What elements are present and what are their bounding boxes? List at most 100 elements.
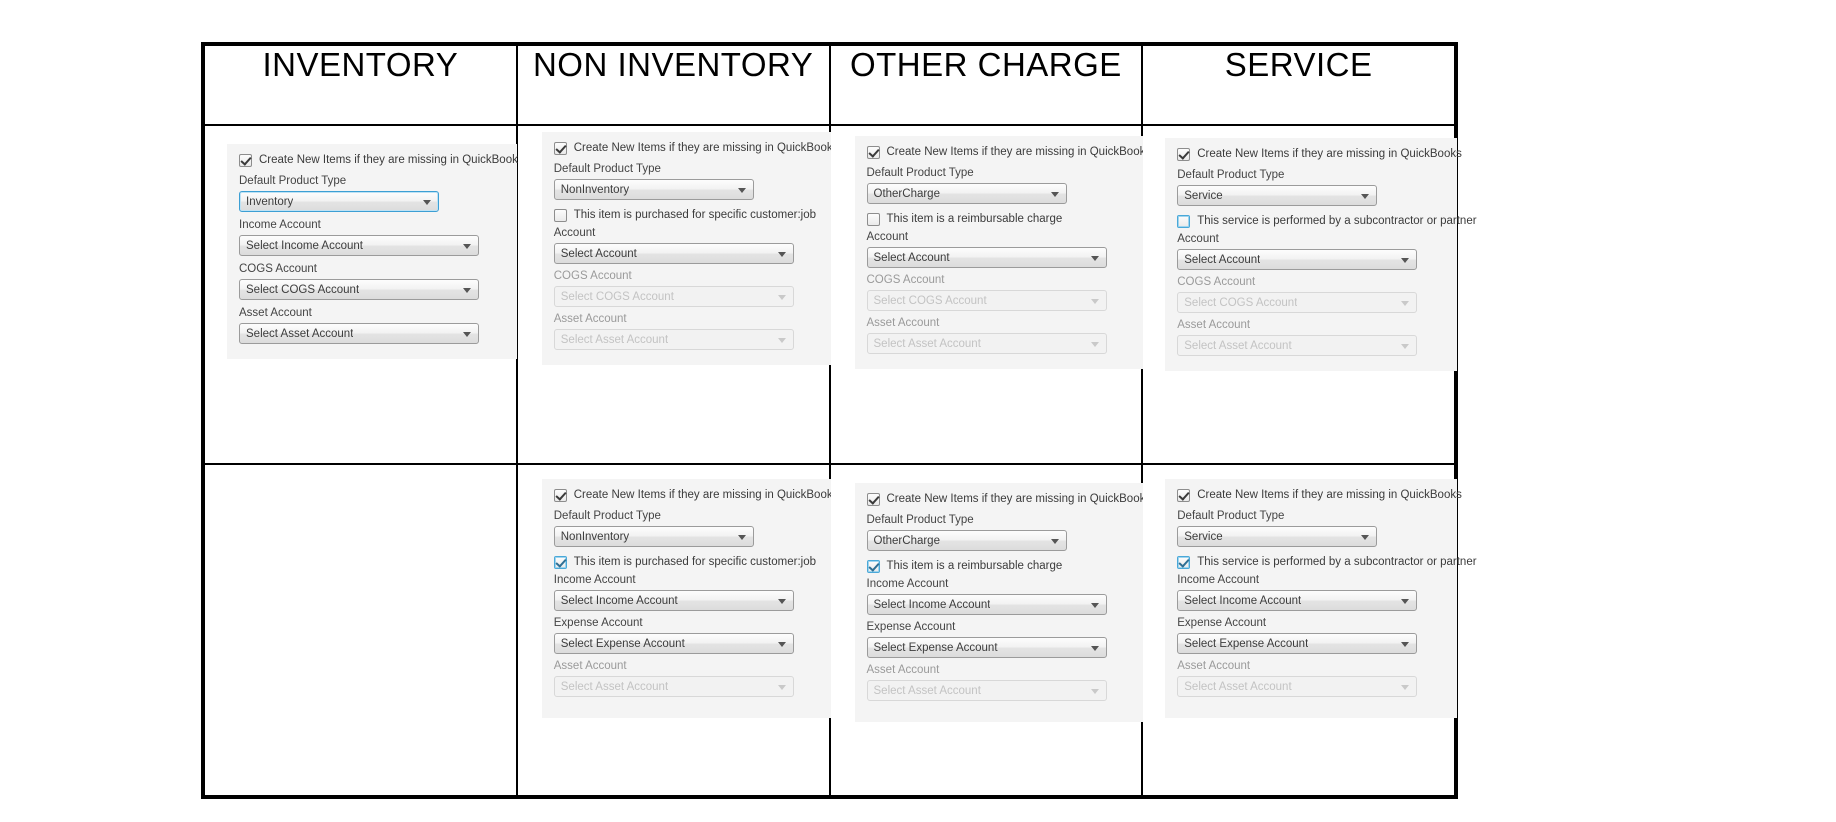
checkbox-row-create-new-items-r2c3[interactable]: Create New Items if they are missing in … — [866, 493, 1151, 506]
dropdown-income-account[interactable]: Select Income Account — [553, 590, 794, 611]
dropdown-value-default-product-type: Service — [1184, 189, 1223, 202]
dropdown-expense-account[interactable]: Select Expense Account — [1177, 633, 1418, 654]
chevron-down-icon — [1090, 602, 1099, 608]
checkbox-row-option-r1c2[interactable]: This item is purchased for specific cust… — [553, 209, 820, 222]
field-label-cogs-account: COGS Account — [239, 263, 317, 275]
checkbox-create-new-items-r2c4-label: Create New Items if they are missing in … — [1197, 489, 1462, 501]
dropdown-default-product-type[interactable]: OtherCharge — [866, 530, 1067, 551]
dropdown-expense-account[interactable]: Select Expense Account — [866, 637, 1107, 658]
chevron-down-icon — [1090, 645, 1099, 651]
dropdown-default-product-type[interactable]: NonInventory — [553, 526, 754, 547]
dropdown-value-income-account: Select Income Account — [246, 239, 363, 252]
checkbox-option-r1c4-label: This service is performed by a subcontra… — [1197, 215, 1477, 227]
dropdown-account[interactable]: Select Account — [553, 243, 794, 264]
checkbox-create-new-items-r1c1-icon[interactable] — [239, 154, 252, 167]
checkbox-row-option-r2c2[interactable]: This item is purchased for specific cust… — [553, 556, 820, 569]
cell-inventory-bottom — [203, 463, 518, 797]
dropdown-income-account[interactable]: Select Income Account — [1177, 590, 1418, 611]
dropdown-value-default-product-type: OtherCharge — [873, 534, 940, 547]
field-label-cogs-account: COGS Account — [553, 270, 632, 282]
field-default-product-type: Default Product Type Service — [1177, 509, 1445, 547]
dropdown-income-account[interactable]: Select Income Account — [866, 594, 1107, 615]
checkbox-create-new-items-r2c4-icon[interactable] — [1177, 489, 1191, 502]
field-label-asset-account: Asset Account — [553, 313, 627, 325]
dropdown-asset-account: Select Asset Account — [866, 333, 1107, 354]
checkbox-option-r1c3-icon[interactable] — [866, 213, 880, 226]
checkbox-row-create-new-items-r1c3[interactable]: Create New Items if they are missing in … — [866, 146, 1151, 159]
checkbox-option-r1c4-icon[interactable] — [1177, 215, 1191, 228]
checkbox-row-create-new-items-r1c2[interactable]: Create New Items if they are missing in … — [553, 142, 838, 155]
cell-content-r2c4: Create New Items if they are missing in … — [1143, 465, 1477, 795]
dropdown-value-expense-account: Select Expense Account — [560, 637, 685, 650]
chevron-down-icon — [463, 331, 471, 337]
settings-panel-r1c1: Create New Items if they are missing in … — [227, 144, 524, 359]
checkbox-create-new-items-r1c4-label: Create New Items if they are missing in … — [1197, 148, 1462, 160]
dropdown-default-product-type[interactable]: NonInventory — [553, 179, 754, 200]
checkbox-create-new-items-r2c3-icon[interactable] — [866, 493, 880, 506]
dropdown-default-product-type[interactable]: OtherCharge — [866, 183, 1067, 204]
dropdown-income-account[interactable]: Select Income Account — [239, 235, 479, 256]
field-label-asset-account: Asset Account — [866, 664, 940, 676]
field-asset-account: Asset Account Select Asset Account — [553, 659, 820, 697]
checkbox-row-option-r2c3[interactable]: This item is a reimbursable charge — [866, 560, 1133, 573]
dropdown-value-expense-account: Select Expense Account — [1184, 637, 1309, 650]
checkbox-create-new-items-r1c4-icon[interactable] — [1177, 148, 1191, 161]
field-label-income-account: Income Account — [1177, 574, 1260, 586]
chevron-down-icon — [777, 337, 786, 343]
chevron-down-icon — [463, 287, 471, 293]
checkbox-option-r2c4-icon[interactable] — [1177, 556, 1191, 569]
checkbox-create-new-items-r2c2-label: Create New Items if they are missing in … — [573, 489, 839, 501]
field-income-account: Income Account Select Income Account — [866, 577, 1133, 615]
checkbox-option-r1c2-icon[interactable] — [553, 209, 567, 222]
chevron-down-icon — [1090, 255, 1099, 261]
dropdown-default-product-type[interactable]: Service — [1177, 526, 1378, 547]
chevron-down-icon — [1090, 341, 1099, 347]
checkbox-row-create-new-items-r2c4[interactable]: Create New Items if they are missing in … — [1177, 489, 1462, 502]
field-label-cogs-account: COGS Account — [866, 274, 945, 286]
checkbox-row-create-new-items-r1c4[interactable]: Create New Items if they are missing in … — [1177, 148, 1462, 161]
chevron-down-icon — [1090, 298, 1099, 304]
dropdown-default-product-type[interactable]: Service — [1177, 185, 1378, 206]
field-account: Account Select Account — [1177, 232, 1445, 270]
checkbox-row-option-r2c4[interactable]: This service is performed by a subcontra… — [1177, 556, 1477, 569]
cell-non-inventory-bottom: Create New Items if they are missing in … — [515, 463, 838, 797]
checkbox-row-option-r1c3[interactable]: This item is a reimbursable charge — [866, 213, 1133, 226]
checkbox-create-new-items-r2c2-icon[interactable] — [553, 489, 567, 502]
field-label-income-account: Income Account — [553, 574, 636, 586]
chevron-down-icon — [777, 598, 786, 604]
dropdown-value-account: Select Account — [560, 247, 637, 260]
dropdown-value-asset-account: Select Asset Account — [873, 684, 981, 697]
dropdown-value-cogs-account: Select COGS Account — [246, 283, 360, 296]
field-cogs-account: COGS Account Select COGS Account — [239, 262, 505, 300]
dropdown-value-account: Select Account — [1184, 253, 1261, 266]
chevron-down-icon — [1401, 300, 1410, 306]
checkbox-option-r2c3-icon[interactable] — [866, 560, 880, 573]
chevron-down-icon — [423, 199, 431, 205]
checkbox-row-option-r1c4[interactable]: This service is performed by a subcontra… — [1177, 215, 1477, 228]
dropdown-asset-account[interactable]: Select Asset Account — [239, 323, 479, 344]
checkbox-row-create-new-items-r2c2[interactable]: Create New Items if they are missing in … — [553, 489, 838, 502]
checkbox-option-r2c3-label: This item is a reimbursable charge — [886, 560, 1063, 572]
checkbox-create-new-items-r1c2-icon[interactable] — [553, 142, 567, 155]
dropdown-account[interactable]: Select Account — [1177, 249, 1418, 270]
dropdown-expense-account[interactable]: Select Expense Account — [553, 633, 794, 654]
field-expense-account: Expense Account Select Expense Account — [866, 620, 1133, 658]
dropdown-default-product-type[interactable]: Inventory — [239, 191, 439, 212]
field-default-product-type: Default Product Type OtherCharge — [866, 166, 1133, 204]
dropdown-account[interactable]: Select Account — [866, 247, 1107, 268]
dropdown-cogs-account: Select COGS Account — [553, 286, 794, 307]
table-row-top: Create New Items if they are missing in … — [203, 124, 1477, 465]
checkbox-option-r2c2-icon[interactable] — [553, 556, 567, 569]
dropdown-cogs-account[interactable]: Select COGS Account — [239, 279, 479, 300]
settings-panel-r2c2: Create New Items if they are missing in … — [541, 479, 838, 718]
dropdown-value-account: Select Account — [873, 251, 950, 264]
dropdown-value-income-account: Select Income Account — [560, 594, 678, 607]
field-label-default-product-type: Default Product Type — [866, 514, 974, 526]
checkbox-create-new-items-r1c3-icon[interactable] — [866, 146, 880, 159]
dropdown-value-cogs-account: Select COGS Account — [1184, 296, 1298, 309]
cell-content-r2c1 — [205, 465, 516, 795]
settings-panel-r1c4: Create New Items if they are missing in … — [1165, 138, 1477, 371]
page-root: INVENTORY NON INVENTORY OTHER CHARGE SER… — [0, 0, 1836, 822]
checkbox-row-create-new-items-r1c1[interactable]: Create New Items if they are missing in … — [239, 154, 524, 167]
checkbox-create-new-items-r1c1-label: Create New Items if they are missing in … — [259, 154, 524, 166]
